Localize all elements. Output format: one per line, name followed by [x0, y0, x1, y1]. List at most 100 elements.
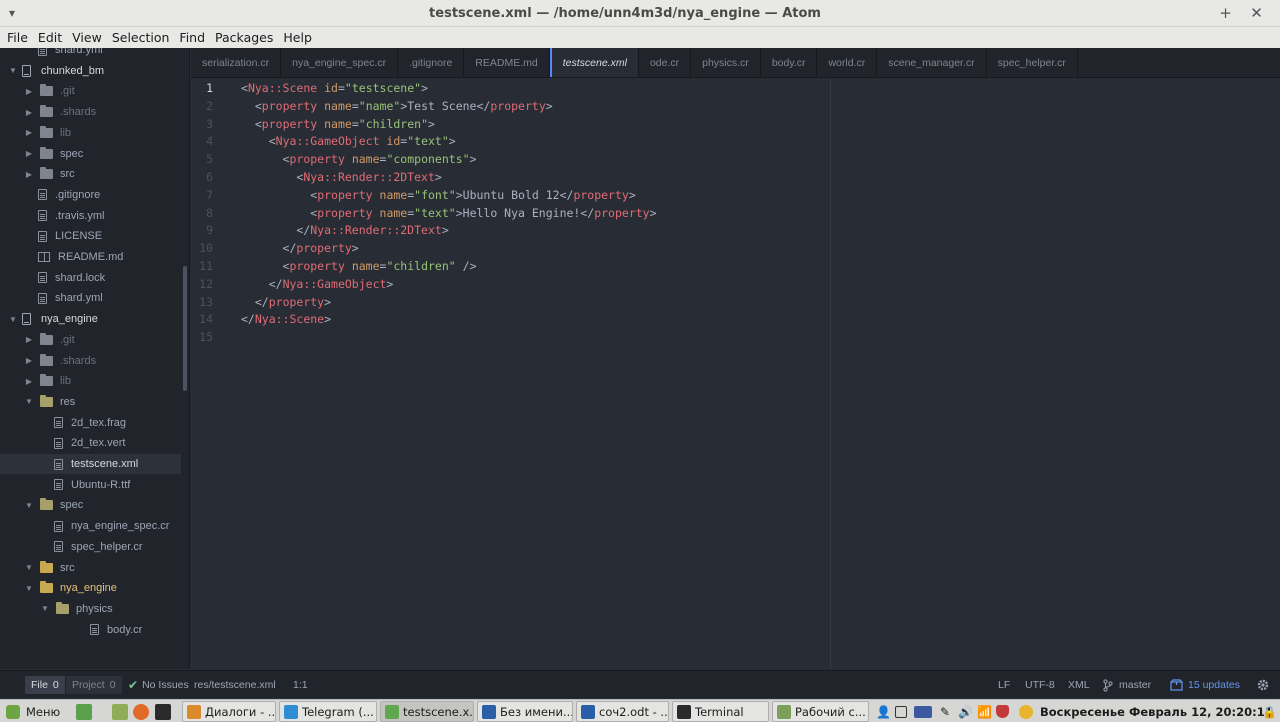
- package-updates[interactable]: 15 updates: [1170, 671, 1240, 699]
- code-line[interactable]: </property>: [241, 239, 359, 257]
- code-line[interactable]: </Nya::GameObject>: [241, 275, 394, 293]
- code-line[interactable]: </Nya::Render::2DText>: [241, 221, 448, 239]
- chevron-down-icon[interactable]: ▼: [24, 501, 34, 510]
- line-ending[interactable]: LF: [998, 671, 1010, 699]
- files-launcher[interactable]: [112, 701, 128, 722]
- tree-item-physics[interactable]: ▼ physics: [0, 599, 181, 619]
- code-line[interactable]: </Nya::Scene>: [241, 310, 331, 328]
- tree-item-gitignore[interactable]: .gitignore: [0, 185, 181, 205]
- menu-packages[interactable]: Packages: [210, 30, 278, 45]
- chevron-right-icon[interactable]: ▶: [24, 128, 34, 137]
- tree-item-testscene-xml[interactable]: testscene.xml: [0, 454, 181, 474]
- tab-physics-cr[interactable]: physics.cr: [691, 48, 761, 77]
- tree-item-git[interactable]: ▶ .git: [0, 330, 181, 350]
- tab-readme-md[interactable]: README.md: [464, 48, 550, 77]
- file-path[interactable]: res/testscene.xml: [194, 671, 276, 699]
- tree-item-lib[interactable]: ▶ lib: [0, 371, 181, 391]
- tab-world-cr[interactable]: world.cr: [817, 48, 878, 77]
- chevron-down-icon[interactable]: ▼: [8, 66, 18, 75]
- tab-spec-helper-cr[interactable]: spec_helper.cr: [987, 48, 1078, 77]
- code-line[interactable]: <property name="children" />: [241, 257, 477, 275]
- linter-status[interactable]: ✔ No Issues: [128, 671, 189, 699]
- tree-item-nya-engine[interactable]: ▼ nya_engine: [0, 578, 181, 598]
- chevron-down-icon[interactable]: ▼: [24, 584, 34, 593]
- status-file-tab[interactable]: File 0: [25, 676, 65, 694]
- menu-help[interactable]: Help: [278, 30, 317, 45]
- status-project-tab[interactable]: Project 0: [66, 676, 122, 694]
- encoding[interactable]: UTF-8: [1025, 671, 1055, 699]
- chevron-down-icon[interactable]: ▼: [8, 315, 18, 324]
- tree-item-shards[interactable]: ▶ .shards: [0, 351, 181, 371]
- tree-item-nya-engine-spec-cr[interactable]: nya_engine_spec.cr: [0, 516, 181, 536]
- tree-scrollbar[interactable]: [183, 266, 187, 391]
- tray-network-icon[interactable]: [895, 701, 907, 722]
- tab-body-cr[interactable]: body.cr: [761, 48, 818, 77]
- tray-pen-icon[interactable]: ✎: [940, 701, 950, 722]
- taskbar-window-3[interactable]: Без имени...: [477, 701, 573, 722]
- tray-keyboard-flag-icon[interactable]: [914, 701, 932, 722]
- tab-gitignore[interactable]: .gitignore: [398, 48, 465, 77]
- code-line[interactable]: <Nya::Scene id="testscene">: [241, 79, 428, 97]
- taskbar-window-4[interactable]: соч2.odt - ...: [576, 701, 669, 722]
- chevron-down-icon[interactable]: ▼: [24, 397, 34, 406]
- tree-item-readme-md[interactable]: README.md: [0, 247, 181, 267]
- tree-item-shard-lock[interactable]: shard.lock: [0, 268, 181, 288]
- chevron-right-icon[interactable]: ▶: [24, 377, 34, 386]
- code-line[interactable]: <property name="font">Ubuntu Bold 12</pr…: [241, 186, 636, 204]
- tree-item-license[interactable]: LICENSE: [0, 226, 181, 246]
- tree-item-shard-yml[interactable]: shard.yml: [0, 288, 181, 308]
- tree-item-spec-helper-cr[interactable]: spec_helper.cr: [0, 537, 181, 557]
- menu-selection[interactable]: Selection: [107, 30, 175, 45]
- menu-file[interactable]: File: [2, 30, 33, 45]
- tab-nya-engine-spec-cr[interactable]: nya_engine_spec.cr: [281, 48, 399, 77]
- taskbar-window-6[interactable]: Рабочий с...: [772, 701, 869, 722]
- chevron-right-icon[interactable]: ▶: [24, 87, 34, 96]
- tree-item-spec[interactable]: ▶ spec: [0, 144, 181, 164]
- settings-icon[interactable]: [1256, 671, 1270, 699]
- tray-volume-icon[interactable]: 🔊: [958, 701, 973, 722]
- tab-scene-manager-cr[interactable]: scene_manager.cr: [877, 48, 987, 77]
- text-editor[interactable]: 1 2 3 4 5 6 7 8 9 10 11 12 13 14 15 <Nya::Scene id="te…: [191, 79, 1280, 669]
- tray-chrome-icon[interactable]: [1019, 701, 1033, 722]
- taskbar-window-0[interactable]: Диалоги - ...: [182, 701, 276, 722]
- tab-serialization-cr[interactable]: serialization.cr: [191, 48, 282, 77]
- tray-lock-icon[interactable]: 🔒: [1262, 701, 1277, 722]
- menu-view[interactable]: View: [67, 30, 107, 45]
- tree-item-ubuntu-r-ttf[interactable]: Ubuntu-R.ttf: [0, 475, 181, 495]
- chevron-right-icon[interactable]: ▶: [24, 108, 34, 117]
- chevron-down-icon[interactable]: ▼: [24, 563, 34, 572]
- code-line[interactable]: <property name="components">: [241, 150, 477, 168]
- maximize-icon[interactable]: +: [1219, 4, 1232, 22]
- menu-find[interactable]: Find: [174, 30, 210, 45]
- tab-ode-cr[interactable]: ode.cr: [639, 48, 692, 77]
- cursor-position[interactable]: 1:1: [293, 671, 308, 699]
- tree-item-travis-yml[interactable]: .travis.yml: [0, 206, 181, 226]
- menu-edit[interactable]: Edit: [33, 30, 67, 45]
- grammar[interactable]: XML: [1068, 671, 1090, 699]
- tree-item-spec[interactable]: ▼ spec: [0, 495, 181, 515]
- tree-item-2d-tex-frag[interactable]: 2d_tex.frag: [0, 413, 181, 433]
- code-line[interactable]: <Nya::GameObject id="text">: [241, 132, 456, 150]
- clock[interactable]: Воскресенье Февраль 12, 20:20:11: [1040, 701, 1273, 722]
- code-line[interactable]: <Nya::Render::2DText>: [241, 168, 441, 186]
- tree-item-git[interactable]: ▶ .git: [0, 81, 181, 101]
- tray-user-icon[interactable]: 👤: [876, 701, 891, 722]
- tree-item-shards[interactable]: ▶ .shards: [0, 102, 181, 122]
- chevron-right-icon[interactable]: ▶: [24, 149, 34, 158]
- tray-shield-icon[interactable]: [996, 701, 1009, 722]
- taskbar-window-1[interactable]: Telegram (...: [279, 701, 377, 722]
- tree-item-res[interactable]: ▼ res: [0, 392, 181, 412]
- git-branch[interactable]: master: [1103, 671, 1151, 699]
- firefox-launcher[interactable]: [133, 701, 149, 722]
- tree-item-body-cr[interactable]: body.cr: [0, 620, 181, 640]
- taskbar-window-5[interactable]: Terminal: [672, 701, 769, 722]
- start-menu-button[interactable]: Меню: [6, 701, 60, 722]
- terminal-launcher[interactable]: [155, 701, 171, 722]
- window-menu-icon[interactable]: ▾: [0, 6, 40, 20]
- code-line[interactable]: <property name="children">: [241, 115, 435, 133]
- code-line[interactable]: </property>: [241, 293, 331, 311]
- tree-item-src[interactable]: ▼ src: [0, 558, 181, 578]
- chevron-right-icon[interactable]: ▶: [24, 335, 34, 344]
- close-icon[interactable]: ✕: [1250, 4, 1263, 22]
- show-desktop-launcher[interactable]: [76, 701, 92, 722]
